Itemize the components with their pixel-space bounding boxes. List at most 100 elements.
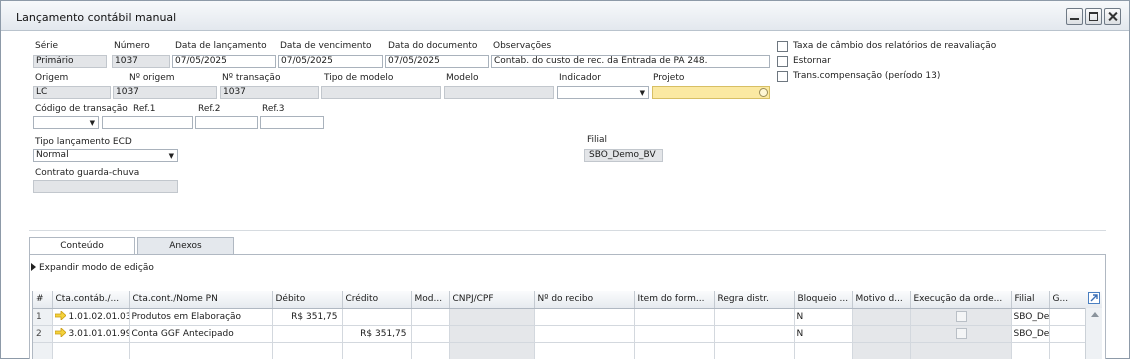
account-cell[interactable]: 1.01.02.01.03	[52, 308, 130, 326]
col-g[interactable]: G...	[1049, 291, 1102, 309]
taxa-cambio-checkbox[interactable]	[777, 41, 788, 52]
account-name-cell[interactable]	[129, 342, 273, 359]
tipo-modelo-field[interactable]	[321, 86, 441, 99]
credit-cell[interactable]	[342, 342, 412, 359]
debit-cell[interactable]	[272, 325, 343, 343]
account-cell[interactable]: 3.01.01.01.99	[52, 325, 130, 343]
cnpj-cell[interactable]	[449, 308, 535, 326]
regra-cell[interactable]	[714, 342, 795, 359]
col-nome[interactable]: Cta.cont./Nome PN	[129, 291, 273, 309]
codigo-transacao-label: Código de transação	[35, 104, 128, 114]
col-bloqueio[interactable]: Bloqueio ...	[794, 291, 853, 309]
indicador-dropdown[interactable]	[557, 86, 649, 99]
col-execucao[interactable]: Execução da orde...	[910, 291, 1012, 309]
observacoes-field[interactable]: Contab. do custo de rec. da Entrada de P…	[491, 55, 770, 68]
tipo-ecd-dropdown[interactable]: Normal	[33, 149, 178, 162]
debit-cell[interactable]: R$ 351,75	[272, 308, 343, 326]
minimize-button[interactable]	[1066, 8, 1083, 25]
execucao-cell[interactable]	[910, 342, 1012, 359]
account-cell[interactable]	[52, 342, 130, 359]
col-regra[interactable]: Regra distr.	[714, 291, 795, 309]
col-num[interactable]: #	[33, 291, 53, 309]
codigo-transacao-dropdown[interactable]	[33, 116, 99, 129]
filial-cell[interactable]	[1011, 342, 1050, 359]
table-row[interactable]: 1 1.01.02.01.03 Produtos em Elaboração R…	[33, 308, 1102, 326]
credit-cell[interactable]	[342, 308, 412, 326]
filial-cell[interactable]: SBO_De	[1011, 308, 1050, 326]
close-button[interactable]	[1104, 8, 1121, 25]
col-mod[interactable]: Mod...	[411, 291, 450, 309]
mod-cell[interactable]	[411, 308, 450, 326]
estornar-checkbox[interactable]	[777, 56, 788, 67]
col-conta[interactable]: Cta.contáb./...	[52, 291, 130, 309]
bloqueio-cell[interactable]	[794, 342, 853, 359]
motivo-cell[interactable]	[852, 342, 911, 359]
expand-grid-icon[interactable]	[1087, 292, 1100, 304]
credit-cell[interactable]: R$ 351,75	[342, 325, 412, 343]
bloqueio-cell[interactable]: N	[794, 308, 853, 326]
motivo-cell[interactable]	[852, 308, 911, 326]
minimize-icon	[1070, 12, 1079, 20]
scroll-up-icon[interactable]	[1091, 312, 1099, 317]
cnpj-cell[interactable]	[449, 325, 535, 343]
execucao-cell[interactable]	[910, 308, 1012, 326]
n-origem-field[interactable]: 1037	[113, 86, 217, 99]
motivo-cell[interactable]	[852, 325, 911, 343]
tab-anexos[interactable]: Anexos	[137, 237, 234, 255]
trans-compensacao-checkbox[interactable]	[777, 71, 788, 82]
col-credito[interactable]: Crédito	[342, 291, 412, 309]
data-lancamento-field[interactable]: 07/05/2025	[172, 55, 276, 68]
modelo-field[interactable]	[444, 86, 554, 99]
origem-field[interactable]: LC	[33, 86, 111, 99]
account-code: 3.01.01.01.99	[68, 329, 129, 339]
debit-cell[interactable]	[272, 342, 343, 359]
col-recibo[interactable]: Nº do recibo	[534, 291, 635, 309]
item-form-cell[interactable]	[634, 325, 715, 343]
filial-cell[interactable]: SBO_De	[1011, 325, 1050, 343]
cnpj-cell[interactable]	[449, 342, 535, 359]
expand-edit-mode[interactable]: Expandir modo de edição	[31, 263, 154, 273]
link-arrow-icon[interactable]	[54, 311, 66, 320]
choose-from-list-icon[interactable]	[759, 88, 768, 97]
tab-conteudo[interactable]: Conteúdo	[29, 237, 135, 255]
recibo-cell[interactable]	[534, 308, 635, 326]
col-cnpj[interactable]: CNPJ/CPF	[449, 291, 535, 309]
vertical-scrollbar[interactable]	[1085, 308, 1102, 359]
account-name-cell[interactable]: Produtos em Elaboração	[129, 308, 273, 326]
contrato-field[interactable]	[33, 180, 178, 193]
item-form-cell[interactable]	[634, 308, 715, 326]
regra-cell[interactable]	[714, 325, 795, 343]
n-transacao-field[interactable]: 1037	[220, 86, 319, 99]
link-arrow-icon[interactable]	[54, 328, 66, 337]
numero-field[interactable]: 1037	[112, 55, 170, 68]
col-filial[interactable]: Filial	[1011, 291, 1050, 309]
col-item-form[interactable]: Item do form...	[634, 291, 715, 309]
mod-cell[interactable]	[411, 325, 450, 343]
col-motivo[interactable]: Motivo d...	[852, 291, 911, 309]
col-debito[interactable]: Débito	[272, 291, 343, 309]
ref3-field[interactable]	[260, 116, 324, 129]
execucao-checkbox[interactable]	[956, 327, 967, 339]
recibo-cell[interactable]	[534, 342, 635, 359]
regra-cell[interactable]	[714, 308, 795, 326]
expand-label: Expandir modo de edição	[39, 263, 154, 273]
maximize-button[interactable]	[1085, 8, 1102, 25]
ref2-field[interactable]	[195, 116, 258, 129]
col-g-label: G...	[1052, 294, 1069, 305]
table-row[interactable]: 2 3.01.01.01.99 Conta GGF Antecipado R$ …	[33, 325, 1102, 343]
execucao-cell[interactable]	[910, 325, 1012, 343]
close-icon	[1108, 12, 1117, 21]
mod-cell[interactable]	[411, 342, 450, 359]
filial-field[interactable]: SBO_Demo_BV	[584, 149, 663, 162]
table-row[interactable]	[33, 342, 1102, 359]
item-form-cell[interactable]	[634, 342, 715, 359]
serie-field[interactable]: Primário	[33, 55, 107, 68]
data-documento-field[interactable]: 07/05/2025	[385, 55, 489, 68]
projeto-field[interactable]	[652, 86, 770, 99]
account-name-cell[interactable]: Conta GGF Antecipado	[129, 325, 273, 343]
bloqueio-cell[interactable]: N	[794, 325, 853, 343]
recibo-cell[interactable]	[534, 325, 635, 343]
data-vencimento-field[interactable]: 07/05/2025	[278, 55, 383, 68]
execucao-checkbox[interactable]	[956, 310, 967, 322]
ref1-field[interactable]	[102, 116, 193, 129]
